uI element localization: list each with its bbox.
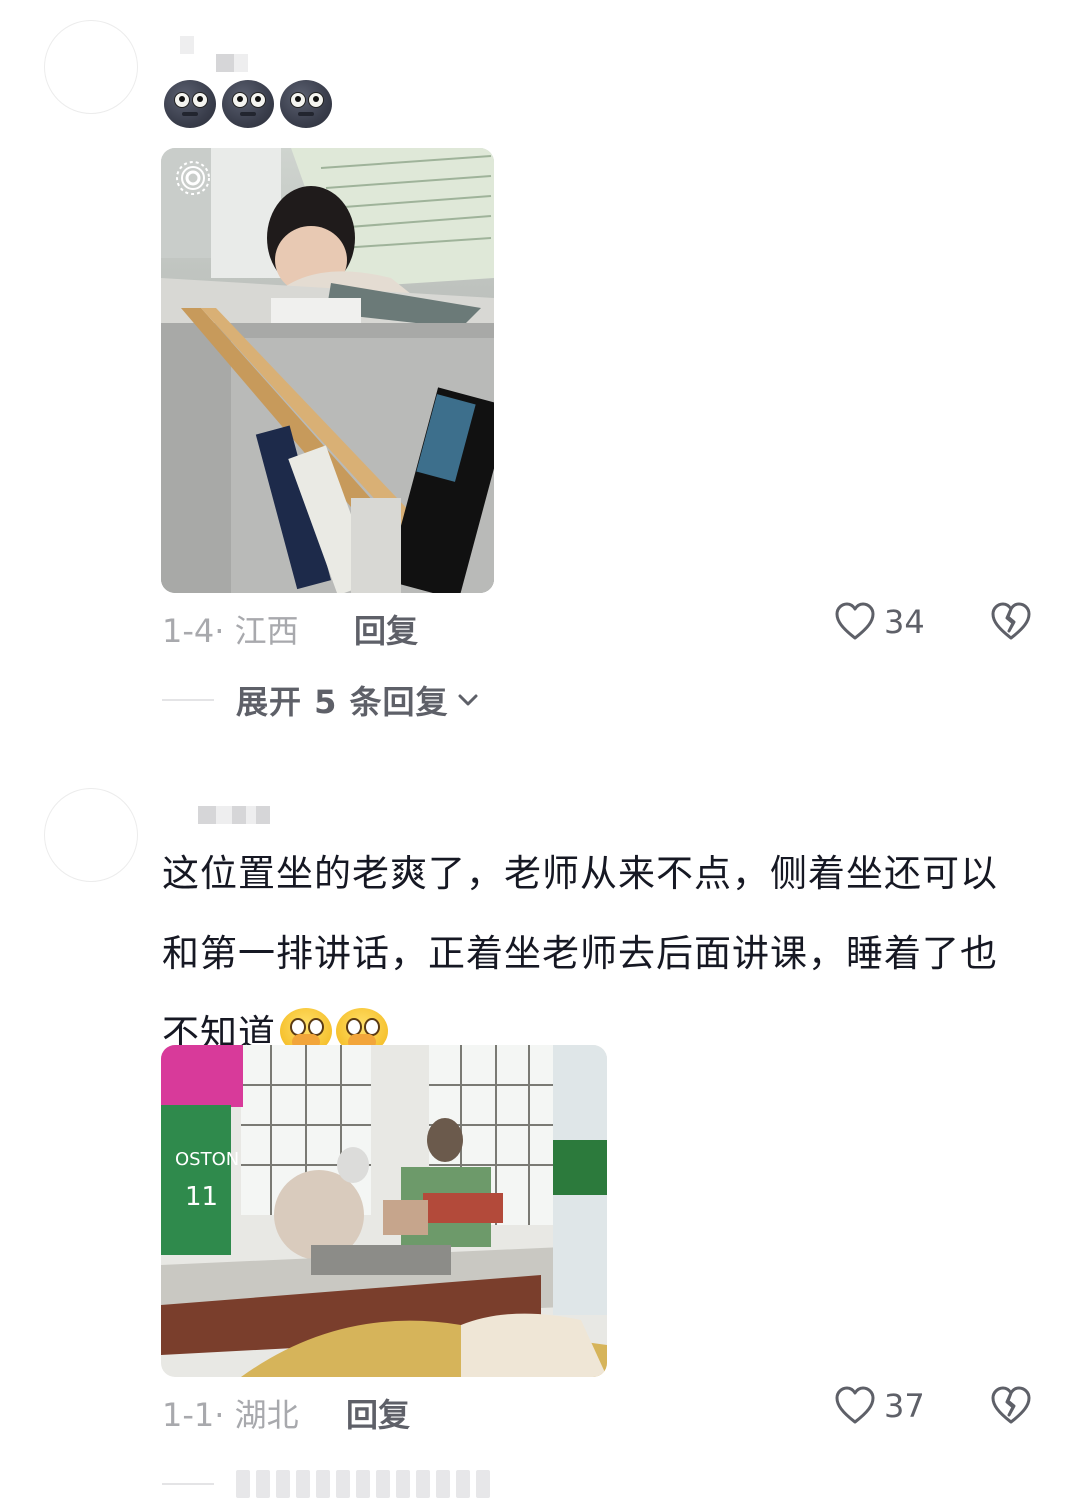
dislike-button[interactable] bbox=[990, 602, 1032, 646]
comment-date-location: 1-1· 湖北 bbox=[162, 1396, 299, 1434]
expand-replies-button[interactable] bbox=[162, 1462, 490, 1506]
heart-icon bbox=[835, 602, 875, 640]
expand-replies-button[interactable]: 展开 5 条回复 bbox=[162, 678, 479, 722]
avatar[interactable] bbox=[44, 20, 138, 114]
like-button[interactable]: 34 bbox=[834, 602, 925, 642]
divider bbox=[162, 699, 214, 701]
like-button[interactable]: 37 bbox=[834, 1386, 925, 1426]
username-redacted[interactable] bbox=[164, 806, 274, 832]
comment-meta: 1-4· 江西 回复 34 bbox=[162, 602, 1042, 652]
heart-icon bbox=[835, 1386, 875, 1424]
svg-text:11: 11 bbox=[185, 1182, 218, 1212]
reply-button[interactable]: 回复 bbox=[346, 1390, 410, 1436]
expand-replies-label: 展开 5 条回复 bbox=[236, 683, 449, 721]
avatar[interactable] bbox=[44, 788, 138, 882]
svg-text:OSTON: OSTON bbox=[175, 1149, 239, 1170]
reply-button[interactable]: 回复 bbox=[354, 606, 418, 652]
moon-face-icon bbox=[164, 80, 216, 128]
chevron-down-icon bbox=[458, 694, 478, 706]
comment-photo-classroom-teacher[interactable] bbox=[161, 148, 494, 593]
divider bbox=[162, 1483, 214, 1485]
broken-heart-icon bbox=[991, 602, 1031, 640]
moon-face-icon bbox=[280, 80, 332, 128]
comment-text: 这位置坐的老爽了，老师从来不点，侧着坐还可以 和第一排讲话，正着坐老师去后面讲课… bbox=[162, 852, 998, 1055]
like-count: 37 bbox=[884, 1387, 925, 1425]
expand-replies-label-blurred bbox=[236, 1470, 490, 1498]
comment-photo-classroom-front-row[interactable]: OSTON 11 bbox=[161, 1045, 607, 1377]
moon-face-icon bbox=[222, 80, 274, 128]
comment-meta: 1-1· 湖北 回复 37 bbox=[162, 1386, 1042, 1436]
comment-emoji-row bbox=[164, 80, 332, 128]
broken-heart-icon bbox=[991, 1386, 1031, 1424]
like-count: 34 bbox=[884, 603, 925, 641]
comment-date-location: 1-4· 江西 bbox=[162, 612, 299, 650]
username-redacted[interactable] bbox=[164, 36, 274, 72]
dislike-button[interactable] bbox=[990, 1386, 1032, 1430]
